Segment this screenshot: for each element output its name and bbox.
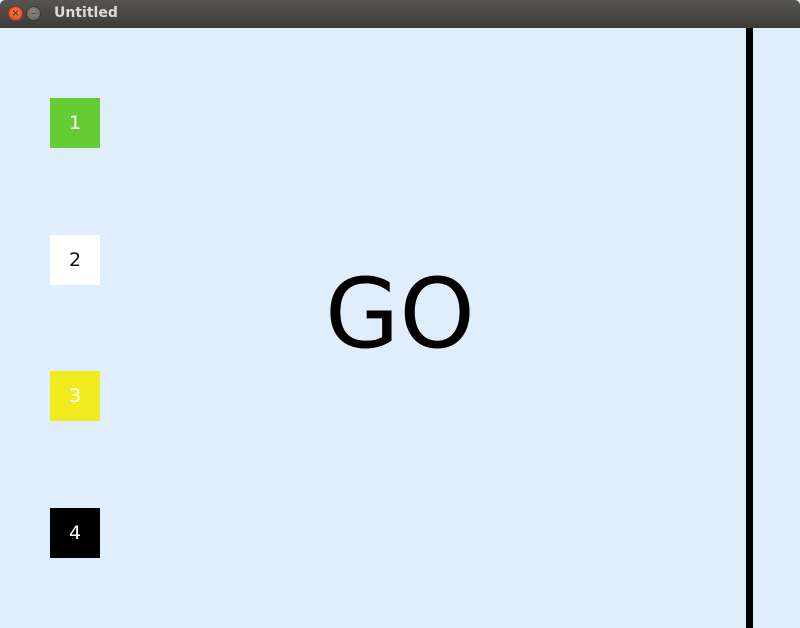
finish-line <box>746 28 753 628</box>
go-text: GO <box>325 258 475 370</box>
close-window-button[interactable]: × <box>8 6 23 21</box>
minimize-icon: – <box>31 8 36 19</box>
window-title: Untitled <box>54 5 118 21</box>
box-1[interactable]: 1 <box>50 98 100 148</box>
box-3[interactable]: 3 <box>50 371 100 421</box>
title-bar[interactable]: × – Untitled <box>0 0 800 28</box>
minimize-window-button[interactable]: – <box>26 6 41 21</box>
canvas-area: 1 2 3 4 GO <box>0 28 800 628</box>
box-3-label: 3 <box>68 385 82 407</box>
box-4-label: 4 <box>68 522 82 544</box>
app-window: × – Untitled 1 2 3 4 GO <box>0 0 800 628</box>
box-4[interactable]: 4 <box>50 508 100 558</box>
close-icon: × <box>11 8 20 19</box>
box-1-label: 1 <box>68 112 82 134</box>
